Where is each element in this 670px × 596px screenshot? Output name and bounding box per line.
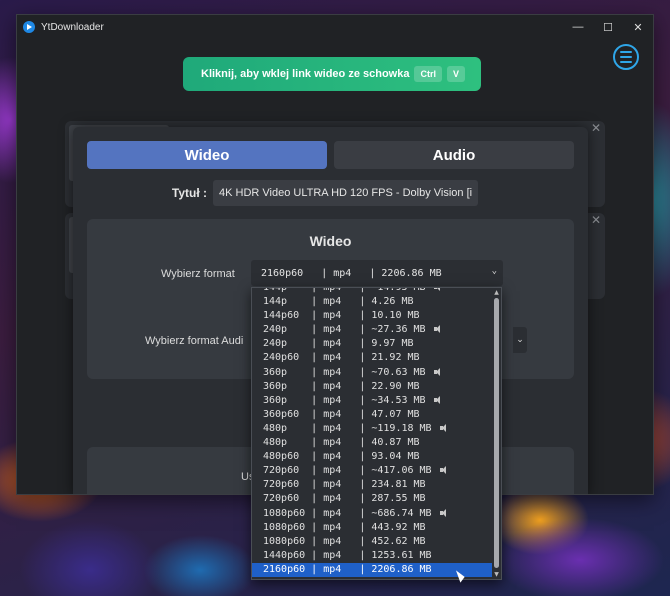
window-controls: — ☐ ✕ — [563, 15, 653, 39]
speaker-icon — [433, 395, 441, 404]
format-option[interactable]: 360p | mp4 | ~70.63 MB — [252, 366, 492, 380]
speaker-icon — [433, 325, 441, 334]
paste-link-button[interactable]: Kliknij, aby wklej link wideo ze schowka… — [183, 57, 481, 91]
speaker-icon — [439, 508, 447, 517]
close-button[interactable]: ✕ — [623, 15, 653, 39]
format-option-label: 144p60 | mp4 | 10.10 MB — [263, 310, 420, 322]
v-key-badge: V — [446, 66, 465, 82]
format-option[interactable]: 1080p60 | mp4 | 443.92 MB — [252, 521, 492, 535]
speaker-icon — [433, 367, 441, 376]
format-option-label: 360p | mp4 | 22.90 MB — [263, 380, 420, 392]
format-option[interactable]: 144p | mp4 | ~14.95 MB — [252, 287, 492, 295]
format-option-label: 1080p60 | mp4 | ~686.74 MB — [263, 507, 432, 519]
format-option[interactable]: 144p60 | mp4 | 10.10 MB — [252, 309, 492, 323]
hamburger-menu-icon[interactable] — [613, 44, 639, 70]
format-option[interactable]: 1080p60 | mp4 | ~686.74 MB — [252, 507, 492, 521]
format-option-label: 480p | mp4 | 40.87 MB — [263, 437, 420, 449]
format-dropdown-list[interactable]: 144p | mp4 | ~14.95 MB 144p | mp4 | 4.26 … — [251, 287, 502, 580]
format-option-label: 720p60 | mp4 | ~417.06 MB — [263, 465, 432, 477]
format-option-label: 144p | mp4 | 4.26 MB — [263, 296, 414, 308]
format-select-value: 2160p60 | mp4 | 2206.86 MB — [261, 267, 442, 279]
format-option[interactable]: 240p | mp4 | ~27.36 MB — [252, 323, 492, 337]
speaker-icon — [433, 288, 441, 291]
format-option-label: 480p60 | mp4 | 93.04 MB — [263, 451, 420, 463]
tab-video[interactable]: Wideo — [87, 141, 327, 169]
format-option-label: 720p60 | mp4 | 287.55 MB — [263, 493, 426, 505]
maximize-button[interactable]: ☐ — [593, 15, 623, 39]
paste-button-label: Kliknij, aby wklej link wideo ze schowka — [201, 68, 410, 80]
title-label: Tytuł : — [171, 186, 207, 200]
format-option-label: 720p60 | mp4 | 234.81 MB — [263, 479, 426, 491]
scroll-thumb[interactable] — [494, 298, 499, 568]
format-option[interactable]: 240p60 | mp4 | 21.92 MB — [252, 351, 492, 365]
format-option[interactable]: 720p60 | mp4 | 234.81 MB — [252, 478, 492, 492]
format-option[interactable]: 720p60 | mp4 | 287.55 MB — [252, 492, 492, 506]
tab-audio[interactable]: Audio — [334, 141, 574, 169]
format-option-label: 1080p60 | mp4 | 452.62 MB — [263, 535, 426, 547]
remove-card-icon[interactable]: ✕ — [591, 213, 601, 227]
media-type-tabs: Wideo Audio — [87, 141, 574, 169]
format-option[interactable]: 720p60 | mp4 | ~417.06 MB — [252, 464, 492, 478]
format-option[interactable]: 360p60 | mp4 | 47.07 MB — [252, 408, 492, 422]
audio-format-label: Wybierz format Audi — [145, 335, 244, 347]
speaker-icon — [439, 423, 447, 432]
app-logo-icon — [23, 21, 35, 33]
format-option-label: 240p60 | mp4 | 21.92 MB — [263, 352, 420, 364]
window-title: YtDownloader — [41, 21, 104, 33]
format-option[interactable]: 480p60 | mp4 | 93.04 MB — [252, 450, 492, 464]
format-option-label: 1440p60 | mp4 | 1253.61 MB — [263, 549, 432, 561]
speaker-icon — [439, 466, 447, 475]
format-option[interactable]: 240p | mp4 | 9.97 MB — [252, 337, 492, 351]
format-option[interactable]: 480p | mp4 | ~119.18 MB — [252, 422, 492, 436]
format-option[interactable]: 480p | mp4 | 40.87 MB — [252, 436, 492, 450]
scroll-down-icon[interactable]: ▼ — [492, 570, 501, 579]
title-row: Tytuł : 4K HDR Video ULTRA HD 120 FPS - … — [73, 180, 588, 206]
format-option-label: 360p | mp4 | ~34.53 MB — [263, 394, 426, 406]
dropdown-scrollbar[interactable]: ▲ ▼ — [492, 288, 501, 579]
format-option[interactable]: 360p | mp4 | 22.90 MB — [252, 380, 492, 394]
format-option-label: 144p | mp4 | ~14.95 MB — [263, 287, 426, 293]
format-option-label: 240p | mp4 | 9.97 MB — [263, 338, 414, 350]
scroll-up-icon[interactable]: ▲ — [492, 288, 501, 297]
format-option-label: 480p | mp4 | ~119.18 MB — [263, 422, 432, 434]
title-bar: YtDownloader — ☐ ✕ — [17, 15, 653, 39]
audio-format-chevron-icon[interactable]: ⌄ — [513, 327, 527, 353]
section-title: Wideo — [309, 233, 352, 249]
format-option-label: 240p | mp4 | ~27.36 MB — [263, 324, 426, 336]
remove-card-icon[interactable]: ✕ — [591, 121, 601, 135]
chevron-down-icon: ⌄ — [491, 266, 497, 276]
format-option-label: 2160p60 | mp4 | 2206.86 MB — [263, 563, 432, 575]
format-option-label: 1080p60 | mp4 | 443.92 MB — [263, 521, 426, 533]
format-option[interactable]: 1080p60 | mp4 | 452.62 MB — [252, 535, 492, 549]
format-options: 144p | mp4 | ~14.95 MB 144p | mp4 | 4.26 … — [252, 287, 501, 577]
format-option[interactable]: 1440p60 | mp4 | 1253.61 MB — [252, 549, 492, 563]
format-option[interactable]: 144p | mp4 | 4.26 MB — [252, 295, 492, 309]
format-select[interactable]: 2160p60 | mp4 | 2206.86 MB ⌄ — [251, 260, 503, 286]
format-option-label: 360p | mp4 | ~70.63 MB — [263, 366, 426, 378]
title-input[interactable]: 4K HDR Video ULTRA HD 120 FPS - Dolby Vi… — [213, 180, 478, 206]
format-option[interactable]: 360p | mp4 | ~34.53 MB — [252, 394, 492, 408]
format-option-label: 360p60 | mp4 | 47.07 MB — [263, 408, 420, 420]
format-label: Wybierz format — [161, 268, 235, 280]
ctrl-key-badge: Ctrl — [414, 66, 442, 82]
minimize-button[interactable]: — — [563, 15, 593, 39]
